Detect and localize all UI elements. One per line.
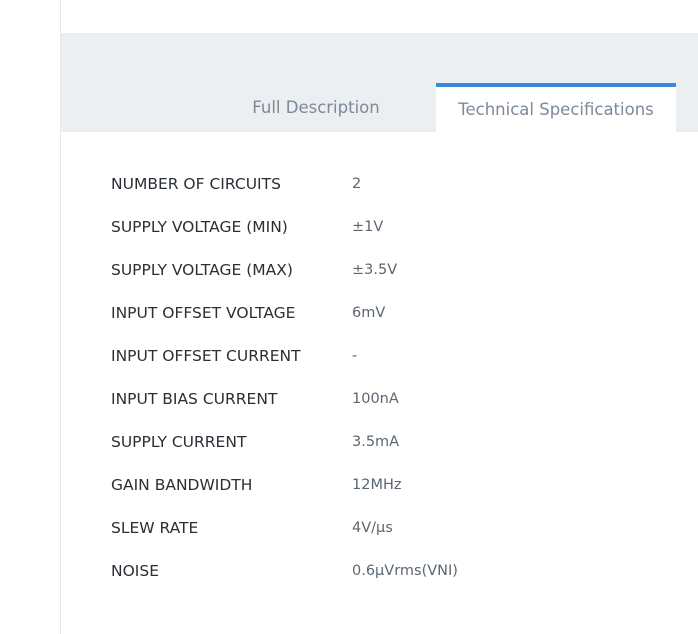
spec-row: GAIN BANDWIDTH 12MHz xyxy=(111,466,671,509)
spec-label: SUPPLY VOLTAGE (MIN) xyxy=(111,218,288,236)
spec-label: INPUT BIAS CURRENT xyxy=(111,390,278,408)
spec-value: ±1V xyxy=(352,219,384,235)
spec-row: NOISE 0.6µVrms(VNI) xyxy=(111,552,671,595)
spec-value: 100nA xyxy=(352,391,399,407)
spec-label: INPUT OFFSET VOLTAGE xyxy=(111,304,296,322)
spec-value: 0.6µVrms(VNI) xyxy=(352,563,458,579)
spec-value: 3.5mA xyxy=(352,434,400,450)
spec-row: INPUT BIAS CURRENT 100nA xyxy=(111,380,671,423)
spec-value: 6mV xyxy=(352,305,386,321)
tab-full-description-label: Full Description xyxy=(252,98,380,117)
spec-label: SUPPLY CURRENT xyxy=(111,433,247,451)
tab-bar: Full Description Technical Specification… xyxy=(61,33,698,132)
spec-row: INPUT OFFSET VOLTAGE 6mV xyxy=(111,294,671,337)
spec-value: 4V/µs xyxy=(352,520,393,536)
spec-label: INPUT OFFSET CURRENT xyxy=(111,347,301,365)
spec-value: 2 xyxy=(352,176,362,192)
spec-label: GAIN BANDWIDTH xyxy=(111,476,253,494)
spec-label: NUMBER OF CIRCUITS xyxy=(111,175,281,193)
spec-label: SUPPLY VOLTAGE (MAX) xyxy=(111,261,293,279)
product-page: Full Description Technical Specification… xyxy=(0,0,698,634)
spec-label: SLEW RATE xyxy=(111,519,199,537)
tab-full-description[interactable]: Full Description xyxy=(196,83,436,132)
spec-row: SLEW RATE 4V/µs xyxy=(111,509,671,552)
spec-row: NUMBER OF CIRCUITS 2 xyxy=(111,165,671,208)
spec-value: 12MHz xyxy=(352,477,402,493)
spec-value: ±3.5V xyxy=(352,262,398,278)
spec-row: SUPPLY VOLTAGE (MAX) ±3.5V xyxy=(111,251,671,294)
spec-row: SUPPLY VOLTAGE (MIN) ±1V xyxy=(111,208,671,251)
tab-technical-specifications[interactable]: Technical Specifications xyxy=(436,83,676,132)
spec-value: - xyxy=(352,348,358,364)
spec-label: NOISE xyxy=(111,562,159,580)
spec-row: SUPPLY CURRENT 3.5mA xyxy=(111,423,671,466)
tab-technical-specifications-label: Technical Specifications xyxy=(458,100,654,119)
spec-row: INPUT OFFSET CURRENT - xyxy=(111,337,671,380)
spec-table: NUMBER OF CIRCUITS 2 SUPPLY VOLTAGE (MIN… xyxy=(111,165,671,595)
